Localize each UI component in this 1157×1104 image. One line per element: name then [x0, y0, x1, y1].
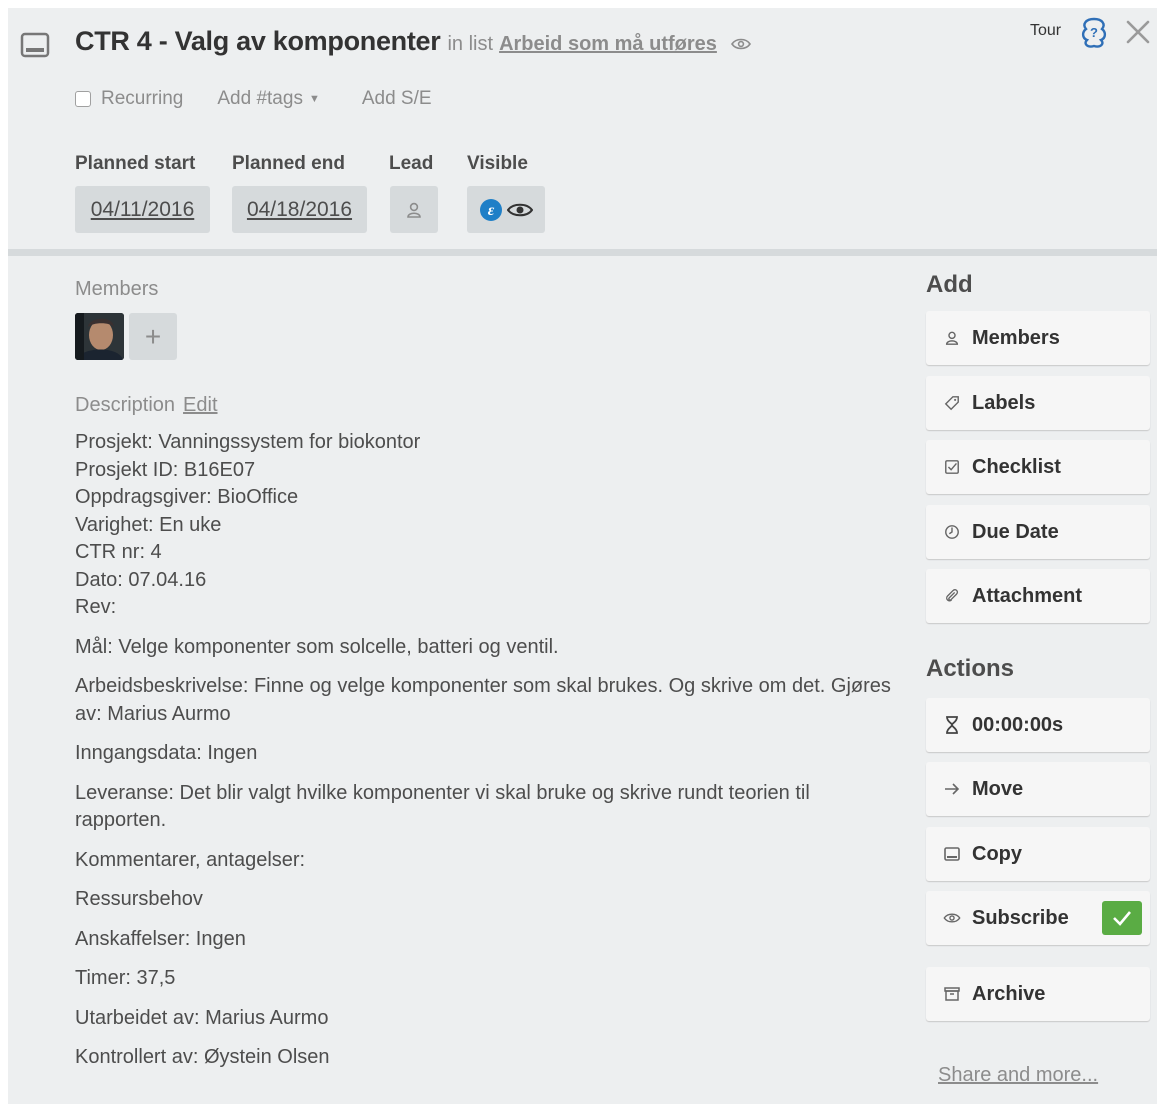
subscribe-label: Subscribe — [972, 906, 1069, 929]
add-se-button[interactable]: Add S/E — [362, 88, 432, 110]
description-line: Oppdragsgiver: BioOffice — [75, 486, 299, 508]
description-paragraph: Arbeidsbeskrivelse: Finne og velge kompo… — [75, 675, 891, 725]
description-paragraph: Leveranse: Det blir valgt hvilke kompone… — [75, 781, 810, 832]
actions-section-title: Actions — [926, 655, 1015, 682]
members-label: Members — [75, 278, 159, 300]
paperclip-icon — [942, 586, 962, 606]
move-label: Move — [972, 777, 1024, 800]
description-paragraph: Kommentarer, antagelser: — [75, 848, 306, 871]
description-edit-link[interactable]: Edit — [183, 394, 217, 416]
avatar-photo — [75, 313, 124, 360]
archive-icon — [942, 984, 962, 1004]
description-paragraph: Utarbeidet av: Marius Aurmo — [75, 1006, 329, 1029]
lead-button[interactable] — [390, 186, 438, 233]
card-icon — [942, 844, 962, 864]
share-and-more-link[interactable]: Share and more... — [938, 1064, 1098, 1087]
visibility-badge-icon: ε — [480, 198, 502, 221]
description-line: Rev: — [75, 596, 117, 618]
eye-icon — [730, 38, 751, 50]
description-paragraph: Timer: 37,5 — [75, 967, 176, 989]
add-member-button[interactable]: + — [129, 313, 177, 360]
close-icon[interactable] — [1124, 18, 1152, 46]
archive-label: Archive — [972, 982, 1046, 1005]
card-header: CTR 4 - Valg av komponenter in list Arbe… — [8, 8, 1157, 249]
subscribe-button[interactable]: Subscribe — [926, 891, 1150, 945]
add-due-date-label: Due Date — [972, 520, 1059, 543]
add-checklist-label: Checklist — [972, 455, 1061, 478]
archive-button[interactable]: Archive — [926, 967, 1150, 1021]
eye-icon — [942, 908, 962, 928]
planned-end-button[interactable]: 04/18/2016 — [232, 186, 367, 233]
add-due-date-button[interactable]: Due Date — [926, 505, 1150, 559]
planned-end-label: Planned end — [232, 153, 345, 174]
recurring-label: Recurring — [101, 88, 184, 109]
lead-label: Lead — [389, 153, 434, 174]
card-detail-window: CTR 4 - Valg av komponenter in list Arbe… — [8, 8, 1157, 1104]
list-name-link[interactable]: Arbeid som må utføres — [499, 33, 717, 56]
tour-label[interactable]: Tour — [1030, 22, 1061, 40]
description-header: Description Edit — [75, 394, 218, 417]
recurring-checkbox[interactable] — [75, 91, 91, 107]
description-line: Prosjekt: Vanningssystem for biokontor — [75, 431, 421, 453]
description-line: Varighet: En uke — [75, 513, 222, 536]
move-button[interactable]: Move — [926, 762, 1150, 816]
description-paragraph: Ressursbehov — [75, 888, 203, 910]
title-row: CTR 4 - Valg av komponenter in list Arbe… — [75, 26, 751, 57]
checkmark-icon — [1113, 911, 1131, 926]
person-icon — [942, 328, 962, 348]
description-line: Dato: 07.04.16 — [75, 568, 207, 591]
timer-label: 00:00:00s — [972, 713, 1064, 736]
card-icon — [20, 32, 50, 58]
add-tags-label: Add #tags — [217, 88, 303, 109]
card-title[interactable]: CTR 4 - Valg av komponenter — [75, 26, 441, 57]
add-checklist-button[interactable]: Checklist — [926, 440, 1150, 494]
recurring-toggle[interactable]: Recurring — [75, 88, 183, 110]
description-paragraph: Kontrollert av: Øystein Olsen — [75, 1046, 330, 1068]
add-attachment-button[interactable]: Attachment — [926, 569, 1150, 623]
in-list-prefix: in list — [447, 33, 494, 55]
tag-icon — [942, 393, 962, 413]
description-line: CTR nr: 4 — [75, 541, 162, 563]
description-line: Prosjekt ID: B16E07 — [75, 458, 256, 481]
add-section-title: Add — [926, 271, 973, 298]
avatar[interactable] — [75, 313, 124, 360]
description-paragraph: Mål: Velge komponenter som solcelle, bat… — [75, 635, 559, 658]
person-icon — [407, 202, 421, 218]
description-paragraph: Anskaffelser: Ingen — [75, 927, 246, 950]
hourglass-icon — [942, 715, 962, 735]
svg-text:?: ? — [1090, 25, 1098, 40]
tour-icon[interactable]: ? — [1077, 16, 1111, 50]
add-members-label: Members — [972, 326, 1060, 349]
planned-start-label: Planned start — [75, 153, 196, 174]
description-body: Prosjekt: Vanningssystem for biokontor P… — [75, 429, 905, 1072]
clock-icon — [942, 522, 962, 542]
add-se-label: Add S/E — [361, 88, 432, 109]
add-tags-dropdown[interactable]: Add #tags ▼ — [217, 88, 319, 110]
description-paragraph: Inngangsdata: Ingen — [75, 742, 258, 764]
visible-label: Visible — [467, 153, 528, 174]
subscribed-check-badge — [1102, 901, 1142, 935]
add-members-button[interactable]: Members — [926, 311, 1150, 365]
svg-text:ε: ε — [488, 202, 495, 219]
meta-row: Recurring Add #tags ▼ Add S/E — [75, 88, 432, 110]
header-divider — [8, 249, 1157, 256]
add-labels-label: Labels — [972, 391, 1036, 414]
visibility-button[interactable]: ε — [467, 186, 545, 233]
copy-button[interactable]: Copy — [926, 827, 1150, 881]
arrow-right-icon — [942, 779, 962, 799]
copy-label: Copy — [972, 842, 1022, 865]
eye-icon — [507, 203, 533, 216]
planned-start-button[interactable]: 04/11/2016 — [75, 186, 210, 233]
add-labels-button[interactable]: Labels — [926, 376, 1150, 430]
timer-button[interactable]: 00:00:00s — [926, 698, 1150, 752]
description-label: Description — [75, 394, 176, 416]
add-attachment-label: Attachment — [972, 584, 1083, 607]
checklist-icon — [942, 457, 962, 477]
caret-down-icon: ▼ — [308, 93, 320, 105]
